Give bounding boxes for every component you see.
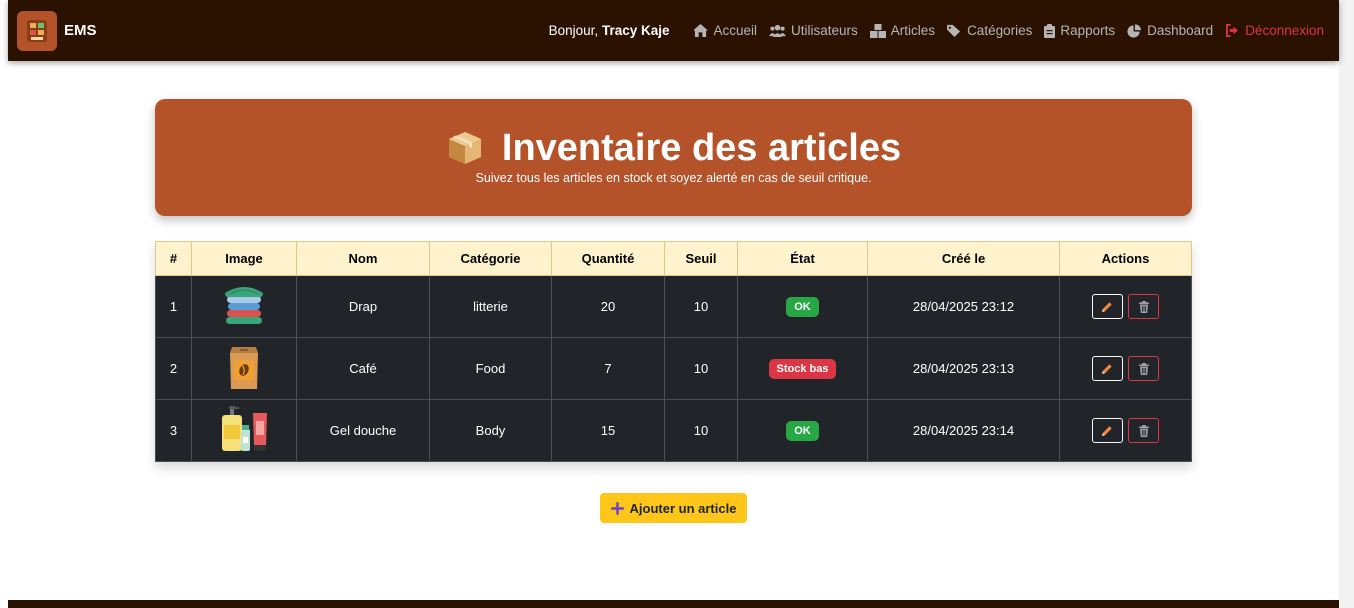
user-name: Tracy Kaje [601, 23, 670, 38]
header-threshold: Seuil [664, 241, 738, 276]
row-threshold: 10 [664, 275, 738, 338]
row-quantity: 7 [551, 337, 665, 400]
header-image: Image [191, 241, 297, 276]
status-badge: OK [786, 296, 819, 317]
nav-rapports-label: Rapports [1060, 23, 1116, 38]
coffee-bag-image [230, 347, 258, 389]
table-header-row: # Image Nom Catégorie Quantité Seuil Éta… [155, 241, 1192, 276]
header-category: Catégorie [429, 241, 552, 276]
home-icon [693, 24, 709, 37]
boxes-icon [869, 23, 886, 38]
page-subtitle: Suivez tous les articles en stock et soy… [475, 171, 872, 185]
table-row: 3 Gel douche Body 15 10 OK 28/04/2025 23… [155, 399, 1192, 462]
nav-deconnexion[interactable]: Déconnexion [1225, 23, 1324, 38]
logout-icon [1226, 24, 1239, 37]
delete-button[interactable] [1128, 294, 1160, 319]
nav-articles[interactable]: Articles [869, 23, 936, 38]
brand[interactable]: EMS [17, 10, 97, 51]
package-icon [446, 129, 484, 167]
header-number: # [155, 241, 192, 276]
table-row: 1 Drap litterie 20 10 OK 28/04/2025 23:1… [155, 275, 1192, 338]
row-actions [1059, 275, 1192, 338]
plus-icon [610, 501, 624, 515]
footer-bar [8, 600, 1339, 608]
clipboard-icon [1044, 23, 1056, 38]
delete-button[interactable] [1128, 356, 1160, 381]
nav-articles-label: Articles [890, 23, 936, 38]
header-quantity: Quantité [551, 241, 665, 276]
nav-categories-label: Catégories [967, 23, 1033, 38]
edit-button[interactable] [1091, 356, 1123, 381]
page-title: Inventaire des articles [155, 125, 1192, 171]
top-navbar: EMS Bonjour, Tracy Kaje Accueil Utilisat… [8, 0, 1339, 61]
row-name: Drap [296, 275, 430, 338]
row-name: Café [296, 337, 430, 400]
greeting-prefix: Bonjour, [548, 23, 599, 38]
nav-categories[interactable]: Catégories [947, 23, 1032, 38]
nav-rapports[interactable]: Rapports [1044, 23, 1115, 38]
row-actions [1059, 337, 1192, 400]
row-created: 28/04/2025 23:12 [867, 275, 1060, 338]
table-row: 2 Café Food 7 10 Stock bas 28/04/2025 23… [155, 337, 1192, 400]
edit-button[interactable] [1091, 294, 1123, 319]
trash-icon [1138, 300, 1149, 313]
pencil-icon [1102, 301, 1112, 312]
row-status-cell: Stock bas [737, 337, 868, 400]
row-category: Body [429, 399, 552, 462]
header-status: État [737, 241, 868, 276]
inventory-table: # Image Nom Catégorie Quantité Seuil Éta… [155, 241, 1192, 462]
row-name: Gel douche [296, 399, 430, 462]
trash-icon [1138, 424, 1149, 437]
row-category: litterie [429, 275, 552, 338]
edit-button[interactable] [1091, 418, 1123, 443]
ems-logo-icon [17, 10, 57, 51]
shower-gel-bottles-image [222, 406, 267, 451]
row-threshold: 10 [664, 399, 738, 462]
row-actions [1059, 399, 1192, 462]
row-image-cell [191, 275, 297, 338]
row-number: 2 [155, 337, 192, 400]
page-header-banner: Inventaire des articles Suivez tous les … [155, 99, 1192, 216]
greeting: Bonjour, Tracy Kaje [549, 23, 670, 38]
row-category: Food [429, 337, 552, 400]
status-badge: OK [786, 420, 819, 441]
row-threshold: 10 [664, 337, 738, 400]
row-status-cell: OK [737, 399, 868, 462]
page-scroll-gutter [1339, 0, 1354, 608]
nav-utilisateurs-label: Utilisateurs [791, 23, 858, 38]
row-quantity: 20 [551, 275, 665, 338]
nav-utilisateurs[interactable]: Utilisateurs [769, 23, 858, 38]
users-icon [769, 24, 786, 37]
nav-dashboard[interactable]: Dashboard [1127, 23, 1213, 38]
row-number: 1 [155, 275, 192, 338]
nav-accueil[interactable]: Accueil [693, 23, 757, 38]
header-actions: Actions [1059, 241, 1192, 276]
header-created: Créé le [867, 241, 1060, 276]
row-created: 28/04/2025 23:14 [867, 399, 1060, 462]
pencil-icon [1102, 363, 1112, 374]
row-number: 3 [155, 399, 192, 462]
row-created: 28/04/2025 23:13 [867, 337, 1060, 400]
add-article-label: Ajouter un article [629, 500, 737, 516]
trash-icon [1138, 362, 1149, 375]
pencil-icon [1102, 425, 1112, 436]
inventory-table-container: # Image Nom Catégorie Quantité Seuil Éta… [155, 241, 1192, 462]
page-title-text: Inventaire des articles [501, 127, 902, 169]
row-status-cell: OK [737, 275, 868, 338]
nav-links: Bonjour, Tracy Kaje Accueil Utilisateurs… [549, 23, 1324, 38]
nav-accueil-label: Accueil [713, 23, 758, 38]
delete-button[interactable] [1128, 418, 1160, 443]
nav-deconnexion-label: Déconnexion [1245, 23, 1324, 38]
header-name: Nom [296, 241, 430, 276]
add-article-button[interactable]: Ajouter un article [600, 493, 747, 523]
pie-chart-icon [1127, 23, 1142, 38]
status-badge: Stock bas [768, 358, 837, 379]
brand-name: EMS [64, 22, 97, 39]
nav-dashboard-label: Dashboard [1147, 23, 1214, 38]
row-image-cell [191, 399, 297, 462]
row-image-cell [191, 337, 297, 400]
folded-sheets-image [225, 287, 263, 324]
tags-icon [947, 24, 961, 37]
row-quantity: 15 [551, 399, 665, 462]
